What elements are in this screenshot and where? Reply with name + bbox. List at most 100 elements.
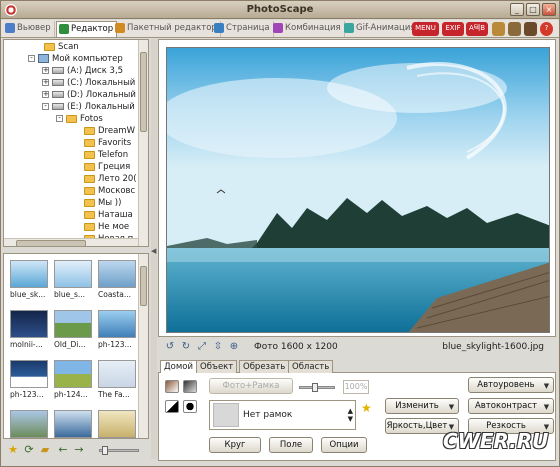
house-icon[interactable]	[524, 22, 537, 36]
folder-icon[interactable]: ▰	[39, 444, 51, 456]
thumbnail-item[interactable]: ph-124...	[54, 360, 94, 404]
tab-gif-animation[interactable]: Gif-Анимация	[342, 21, 420, 37]
slider-knob[interactable]	[312, 383, 318, 392]
maximize-button[interactable]: □	[526, 3, 540, 16]
frame-style-bw-icon[interactable]	[165, 400, 179, 413]
folder-grid-icon[interactable]	[492, 22, 505, 36]
menu-button[interactable]: MENU	[412, 22, 439, 36]
close-button[interactable]: ×	[542, 3, 556, 16]
tab-region[interactable]: Область	[288, 360, 334, 373]
scrollbar-thumb[interactable]	[16, 240, 86, 246]
collapse-toggle[interactable]: -	[28, 55, 35, 62]
thumbnail-item[interactable]: blue_sk...	[10, 260, 50, 304]
photo-frame-button[interactable]: Фото+Рамка	[209, 378, 293, 394]
thumbnail-item[interactable]	[98, 410, 138, 438]
autolevel-button[interactable]: Автоуровень ▼	[468, 377, 554, 393]
collapse-toggle[interactable]: -	[42, 103, 49, 110]
tab-crop[interactable]: Обрезать	[239, 360, 290, 373]
fit-icon[interactable]: ⤢	[196, 341, 208, 353]
abc-button[interactable]: A텍B	[466, 22, 488, 36]
tab-viewer[interactable]: Вьювер	[3, 21, 55, 37]
thumbnails-vertical-scrollbar[interactable]	[138, 254, 148, 438]
expand-toggle[interactable]: +	[42, 79, 49, 86]
thumbnail-item[interactable]: molnii-...	[10, 310, 50, 354]
field-button[interactable]: Поле	[269, 437, 313, 453]
forward-arrow-icon[interactable]: →	[73, 444, 85, 456]
tab-batch-editor[interactable]: Пакетный редактор	[113, 21, 221, 37]
star-icon[interactable]: ★	[7, 444, 19, 456]
tab-object[interactable]: Объект	[196, 360, 238, 373]
rotate-left-icon[interactable]: ↺	[164, 341, 176, 353]
thumbnail-item[interactable]: The Fa...	[98, 360, 138, 404]
frame-spinner[interactable]: ▲ ▼	[348, 407, 353, 423]
autocontrast-button[interactable]: Автоконтраст ▼	[468, 398, 554, 414]
tree-item-fotos[interactable]: - Fotos	[56, 113, 103, 125]
thumbnail-item[interactable]: Old_Di...	[54, 310, 94, 354]
thumbnail-item[interactable]: blue_s...	[54, 260, 94, 304]
tree-item-folder[interactable]: DreamW	[84, 125, 135, 137]
thumbnail-item[interactable]: Coasta...	[98, 260, 138, 304]
collapse-toggle[interactable]: -	[56, 115, 63, 122]
slider-knob[interactable]	[102, 446, 108, 455]
thumbnail-item[interactable]: ph-123...	[10, 360, 50, 404]
tree-item-folder[interactable]: Лето 20(	[84, 173, 137, 185]
zoom-icon[interactable]: ⊕	[228, 341, 240, 353]
scrollbar-thumb[interactable]	[140, 52, 147, 132]
tree-vertical-scrollbar[interactable]	[138, 40, 148, 246]
tree-item-folder[interactable]: Не мое	[84, 221, 129, 233]
tree-item-folder[interactable]: Мы ))	[84, 197, 121, 209]
dropdown-arrow-icon: ▼	[543, 403, 550, 411]
refresh-icon[interactable]: ⟳	[23, 444, 35, 456]
thumbnail-item[interactable]: ph-123...	[98, 310, 138, 354]
percent-field[interactable]: 100%	[343, 380, 369, 394]
tree-item-my-computer[interactable]: - Мой компьютер	[28, 53, 123, 65]
tree-item-folder[interactable]: Telefon	[84, 149, 128, 161]
circle-button[interactable]: Круг	[209, 437, 261, 453]
expand-toggle[interactable]: +	[42, 67, 49, 74]
folder-tree[interactable]: Scan - Мой компьютер + (A:) Диск 3,5 + (C:)…	[3, 39, 149, 247]
tree-item-drive-d[interactable]: + (D:) Локальный	[42, 89, 136, 101]
tree-horizontal-scrollbar[interactable]	[4, 238, 140, 246]
help-icon[interactable]: ?	[540, 22, 553, 36]
photo-canvas[interactable]	[166, 47, 550, 333]
frame-style-round-icon[interactable]	[183, 400, 197, 413]
thumbnail-item[interactable]	[10, 410, 50, 438]
back-arrow-icon[interactable]: ←	[57, 444, 69, 456]
favorite-star-icon[interactable]: ★	[361, 401, 372, 415]
tab-page[interactable]: Страница	[212, 21, 274, 37]
tree-item-drive-a[interactable]: + (A:) Диск 3,5	[42, 65, 123, 77]
tab-combine[interactable]: Комбинация	[271, 21, 345, 37]
frame-opacity-slider[interactable]	[299, 383, 335, 392]
tree-item-folder[interactable]: Греция	[84, 161, 130, 173]
title-bar[interactable]: PhotoScape _ □ ×	[1, 1, 559, 19]
tree-item-label: (C:) Локальный	[67, 78, 136, 88]
frame-style-brown-icon[interactable]	[165, 380, 179, 393]
tree-item-folder[interactable]: Наташа	[84, 209, 133, 221]
rotate-right-icon[interactable]: ↻	[180, 341, 192, 353]
thumbnail-size-slider[interactable]	[99, 446, 139, 455]
zoom-actual-icon[interactable]: ⇳	[212, 341, 224, 353]
thumbnail-label: The Fa...	[98, 390, 130, 399]
tree-item-folder[interactable]: Московс	[84, 185, 135, 197]
expand-toggle[interactable]: +	[42, 91, 49, 98]
thumbnail-item[interactable]	[54, 410, 94, 438]
tree-item-folder[interactable]: Favorits	[84, 137, 131, 149]
tree-item-scan[interactable]: Scan	[44, 41, 79, 53]
tree-item-drive-c[interactable]: + (C:) Локальный	[42, 77, 135, 89]
tab-editor[interactable]: Редактор	[56, 21, 118, 37]
panel-splitter[interactable]: ◀	[151, 39, 157, 459]
exif-button[interactable]: EXIF	[442, 22, 464, 36]
frame-style-dark-icon[interactable]	[183, 380, 197, 393]
thumbnail-image	[54, 410, 92, 438]
tab-home[interactable]: Домой	[160, 360, 197, 374]
options-button[interactable]: Опции	[321, 437, 367, 453]
resize-button[interactable]: Изменить ▼	[385, 398, 459, 414]
tree-item-label: Мой компьютер	[52, 54, 123, 64]
tree-item-label: Мы ))	[98, 198, 122, 208]
tools-icon[interactable]	[508, 22, 521, 36]
collapse-arrow-icon[interactable]: ◀	[151, 247, 156, 255]
scrollbar-thumb[interactable]	[140, 266, 147, 306]
minimize-button[interactable]: _	[510, 3, 524, 16]
tree-item-drive-e[interactable]: - (E:) Локальный	[42, 101, 135, 113]
frame-selector[interactable]: Нет рамок ▲ ▼	[209, 400, 356, 430]
